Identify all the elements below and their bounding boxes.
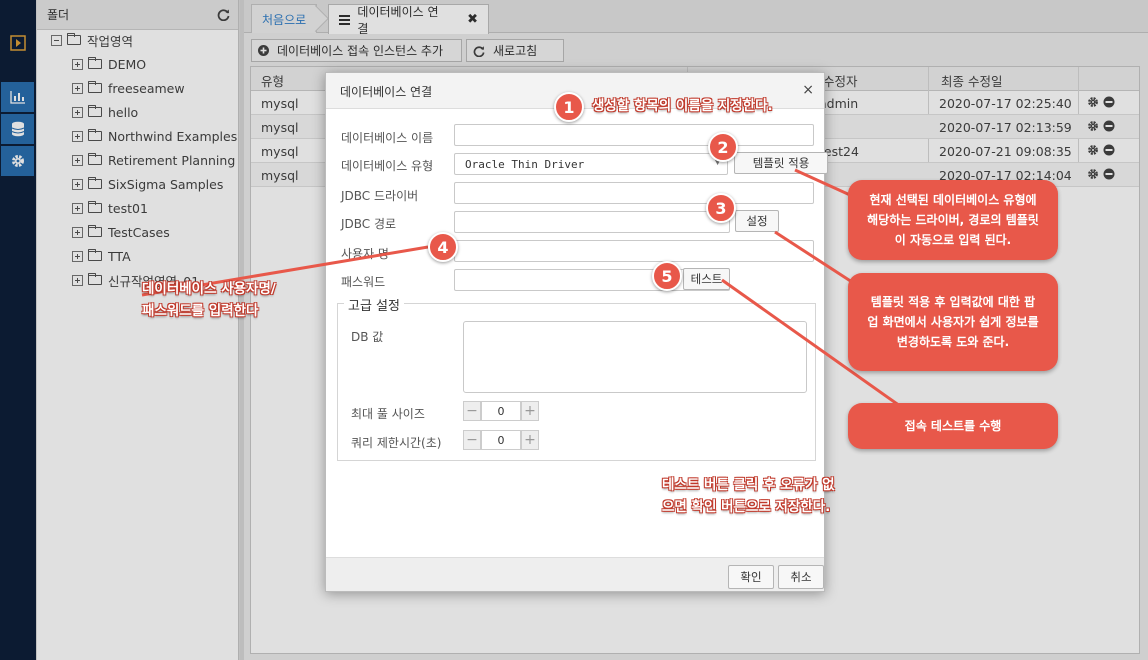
annotation-note-4-line1: 데이터베이스 사용자명/: [142, 281, 276, 297]
tab-home-label: 처음으로: [262, 12, 307, 27]
annotation-note-bottom-line1: 테스트 버튼 클릭 후 오류가 없: [662, 477, 835, 493]
callout-test: 접속 테스트를 수행: [848, 403, 1058, 449]
callout-template: 현재 선택된 데이터베이스 유형에 해당하는 드라이버, 경로의 템플릿 이 자…: [848, 180, 1058, 260]
callout-template-line: 이 자동으로 입력 된다.: [894, 233, 1012, 247]
callout-setting-line: 업 화면에서 사용자가 쉽게 정보를: [867, 315, 1039, 329]
callout-template-line: 현재 선택된 데이터베이스 유형에: [869, 193, 1037, 207]
annotation-badge-3: 3: [706, 193, 736, 223]
callout-setting-line: 변경하도록 도와 준다.: [896, 335, 1010, 349]
callout-test-label: 접속 테스트를 수행: [904, 419, 1002, 433]
annotation-note-1: 생성할 항목의 이름을 지정한다.: [592, 98, 773, 114]
annotation-badge-5: 5: [652, 261, 682, 291]
callout-setting: 템플릿 적용 후 입력값에 대한 팝 업 화면에서 사용자가 쉽게 정보를 변경…: [848, 273, 1058, 371]
annotation-badge-1: 1: [554, 92, 584, 122]
annotation-note-bottom-line2: 으면 확인 버튼으로 저장한다.: [662, 499, 831, 515]
connector-3: [774, 230, 853, 284]
annotation-badge-4: 4: [428, 232, 458, 262]
callout-template-line: 해당하는 드라이버, 경로의 템플릿: [867, 213, 1039, 227]
connector-2: [794, 168, 851, 197]
callout-setting-line: 템플릿 적용 후 입력값에 대한 팝: [870, 295, 1036, 309]
annotation-badge-2: 2: [708, 132, 738, 162]
annotation-note-4-line2: 패스워드를 입력한다: [142, 303, 259, 319]
